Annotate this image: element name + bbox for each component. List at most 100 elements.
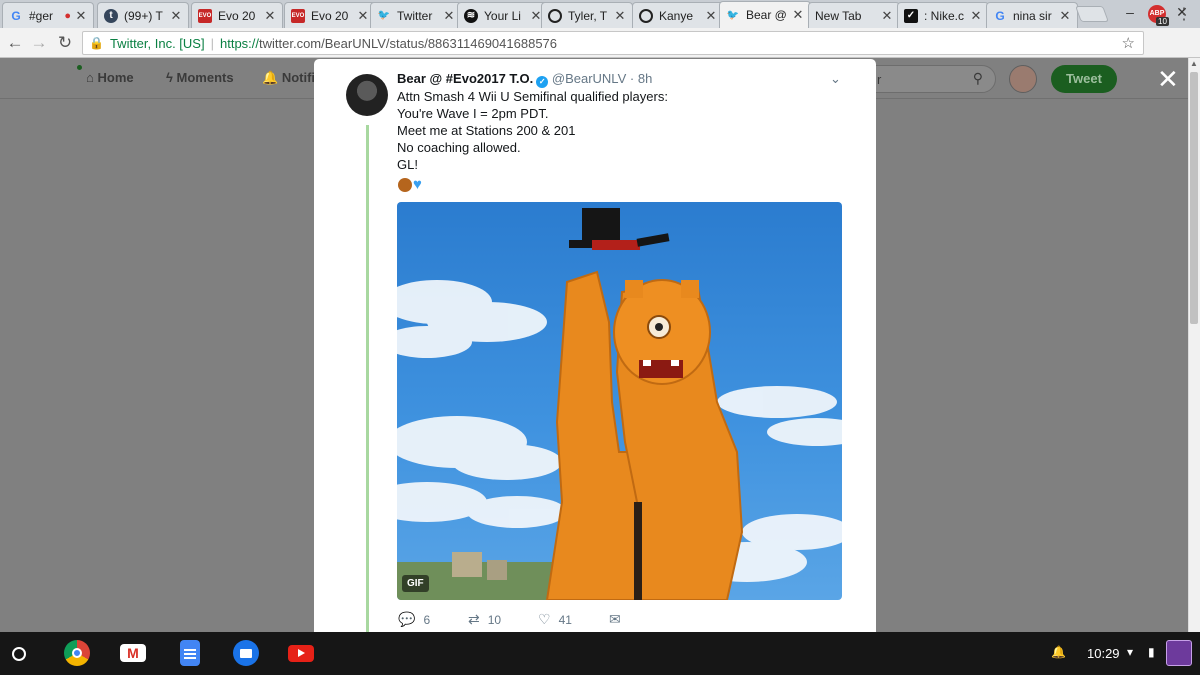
chevron-down-icon[interactable]: ⌄ [830,71,841,87]
search-input[interactable]: r ⚲ [860,65,996,93]
docs-lines [184,649,196,651]
nike-icon: ✓ [904,8,918,23]
battery-icon[interactable]: ▮ [1148,645,1155,659]
tweet-gif[interactable]: GIF [397,202,842,600]
tab-close-icon[interactable]: ✕ [75,8,87,24]
tweet-line: GL! [397,157,418,172]
nav-home[interactable]: ⌂ Home [86,70,134,85]
evo-icon: EVO [198,8,212,23]
google-icon: G [995,8,1005,23]
search-placeholder: r [877,72,882,87]
tweet-text: Attn Smash 4 Wii U Semifinal qualified p… [397,88,668,173]
tab-close-icon[interactable]: ✕ [1059,8,1071,24]
new-tab-button[interactable] [1075,6,1109,22]
gmail-m: M [127,645,139,661]
tab-close-icon[interactable]: ✕ [264,8,276,24]
thread-line [366,125,369,632]
browser-menu-icon[interactable]: ⋮ [1176,4,1192,24]
tab-close-icon[interactable]: ✕ [443,8,455,24]
nav-moments[interactable]: ϟ Moments [166,70,234,85]
notification-bell-icon[interactable]: 🔔 [1051,645,1066,659]
tab-close-icon[interactable]: ✕ [170,8,182,24]
reply-count: 6 [423,613,431,627]
browser-tab[interactable]: ≋ Your Li ✕ [457,2,549,28]
like-button[interactable]: ♡ 41 [538,611,572,628]
close-icon[interactable]: ✕ [1157,66,1179,92]
twitter-bird-icon: 🐦 [726,9,740,21]
browser-tab[interactable]: ✓ : Nike.c ✕ [897,2,989,28]
tab-title: Evo 20 [311,8,349,23]
reload-icon[interactable]: ↻ [54,32,76,54]
launcher-icon[interactable] [12,647,26,661]
retweet-icon: ⇄ [468,611,480,627]
tab-title: Bear @ [746,8,787,22]
tab-title: : Nike.c [924,8,965,23]
bookmark-star-icon[interactable]: ☆ [1122,34,1135,52]
tweet-modal: Bear @ #Evo2017 T.O. ✓ @BearUNLV · 8h ⌄ A… [314,59,876,632]
clock[interactable]: 10:29 [1087,646,1120,661]
files-app-icon[interactable] [233,640,259,666]
envelope-icon: ✉ [609,611,621,627]
tweet-author-avatar[interactable] [346,74,388,116]
lock-icon: 🔒 [89,36,104,50]
like-count: 41 [558,613,572,627]
tab-close-icon[interactable]: ✕ [614,8,626,24]
reply-button[interactable]: 💬 6 [398,611,430,628]
tab-title: Your Li [484,8,521,23]
search-icon[interactable]: ⚲ [973,70,983,87]
gif-label: GIF [402,575,429,592]
address-bar[interactable]: 🔒 Twitter, Inc. [US] | https:// twitter.… [82,31,1144,55]
emoji-row: ♥ [398,176,422,193]
browser-tab[interactable]: Kanye ✕ [632,2,724,28]
account-avatar[interactable] [1166,640,1192,666]
tweet-line: You're Wave I = 2pm PDT. [397,106,549,121]
blue-heart-emoji-icon: ♥ [413,176,422,194]
direct-message-button[interactable]: ✉ [609,611,629,628]
tweet-time[interactable]: 8h [638,71,652,86]
docs-app-icon[interactable] [180,640,200,666]
extension-badge: 10 [1156,17,1169,26]
play-icon [298,649,305,657]
author-name[interactable]: Bear @ #Evo2017 T.O. [397,71,533,86]
gmail-app-icon[interactable]: M [120,644,146,662]
forward-icon[interactable]: → [28,32,50,54]
tab-close-icon[interactable]: ✕ [357,8,369,24]
browser-tab[interactable]: EVO Evo 20 ✕ [191,2,283,28]
back-icon[interactable]: ← [4,32,26,54]
tab-title: Twitter [397,8,433,23]
youtube-app-icon[interactable] [288,645,314,662]
spotify-icon: ≋ [464,8,478,23]
os-shelf: M 🔔 10:29 ▾ ▮ [0,632,1200,675]
author-handle[interactable]: @BearUNLV [552,71,626,86]
tumblr-icon: t [104,8,118,23]
browser-tab[interactable]: Gnina sir ✕ [986,2,1078,28]
chrome-app-icon[interactable] [64,640,90,666]
user-avatar[interactable] [1009,65,1037,93]
google-icon: G [11,8,21,23]
nav-notifications[interactable]: 🔔 Notifi [262,70,315,86]
tweet-line: Meet me at Stations 200 & 201 [397,123,576,138]
scrollbar-thumb[interactable] [1190,72,1198,324]
tweet-button[interactable]: Tweet [1051,65,1117,93]
tab-close-icon[interactable]: ✕ [792,7,804,23]
scroll-up-icon[interactable]: ▲ [1190,59,1198,68]
browser-tab[interactable]: EVO Evo 20 ✕ [284,2,376,28]
browser-tab[interactable]: Tyler, T ✕ [541,2,633,28]
ev-certificate-name[interactable]: Twitter, Inc. [US] [110,36,205,51]
tab-title: New Tab [815,8,862,23]
browser-tab[interactable]: 🐦 Twitter ✕ [370,2,462,28]
minimize-icon[interactable]: – [1118,4,1142,20]
browser-tab[interactable]: t (99+) T ✕ [97,2,189,28]
tab-close-icon[interactable]: ✕ [970,8,982,24]
gif-frame-image [397,208,842,600]
evo-icon: EVO [291,8,305,23]
retweet-button[interactable]: ⇄ 10 [468,611,501,628]
reply-icon: 💬 [398,611,416,627]
tab-close-icon[interactable]: ✕ [881,8,893,24]
recording-icon: ● [64,9,71,22]
wifi-icon[interactable]: ▾ [1127,645,1133,659]
browser-tab[interactable]: G #ger ● ✕ [2,2,94,28]
tab-close-icon[interactable]: ✕ [705,8,717,24]
browser-tab[interactable]: 🐦 Bear @ ✕ [719,1,811,28]
browser-tab[interactable]: New Tab ✕ [808,2,900,28]
